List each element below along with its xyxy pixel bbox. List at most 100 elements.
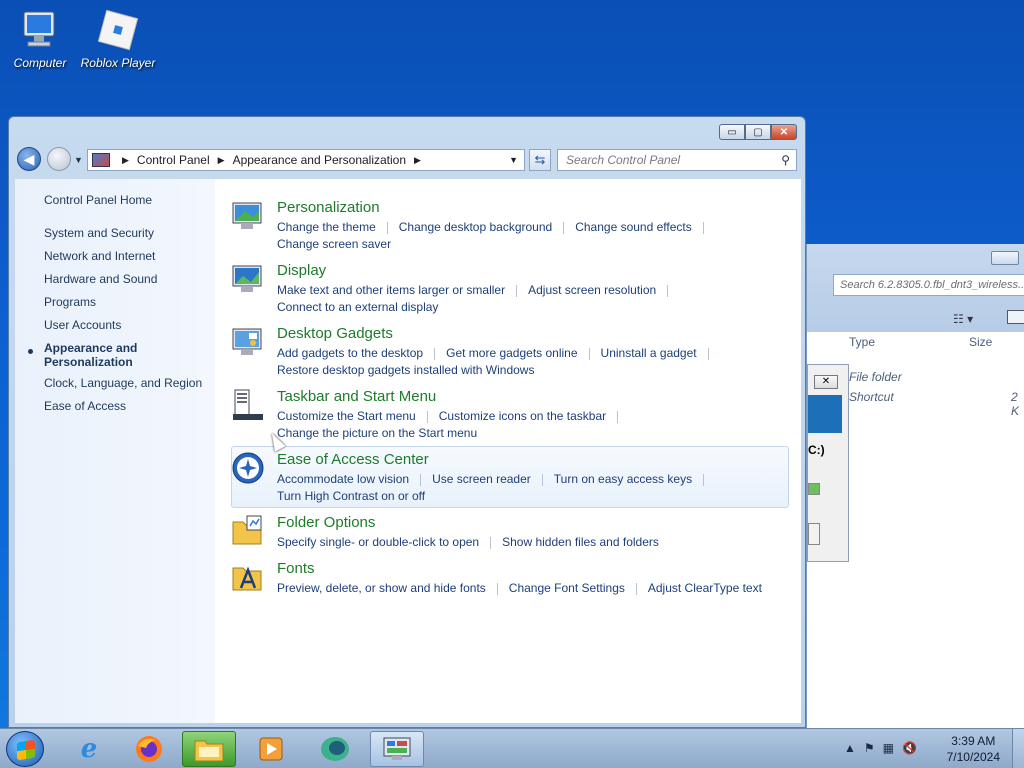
taskbar-app-explorer[interactable] <box>182 731 236 767</box>
link-single-double-click[interactable]: Specify single- or double-click to open <box>277 535 479 549</box>
maximize-button[interactable]: ▢ <box>745 124 771 140</box>
nav-network-internet[interactable]: Network and Internet <box>44 249 155 263</box>
link-font-settings[interactable]: Change Font Settings <box>509 581 625 595</box>
breadcrumb-control-panel[interactable]: Control Panel <box>137 153 210 167</box>
desktop-icon-computer[interactable]: Computer <box>0 8 80 70</box>
recent-pages-dropdown[interactable]: ▼ <box>74 155 83 165</box>
link-get-more-gadgets[interactable]: Get more gadgets online <box>446 346 577 360</box>
address-dropdown-icon[interactable]: ▼ <box>509 155 518 165</box>
taskbar-app-control-panel[interactable] <box>370 731 424 767</box>
link-change-start-picture[interactable]: Change the picture on the Start menu <box>277 426 477 440</box>
link-text-size[interactable]: Make text and other items larger or smal… <box>277 283 505 297</box>
address-bar[interactable]: ▶ Control Panel ▶ Appearance and Persona… <box>87 149 525 171</box>
link-easy-access-keys[interactable]: Turn on easy access keys <box>554 472 692 486</box>
minimize-button[interactable]: ▭ <box>719 124 745 140</box>
search-input[interactable]: Search Control Panel ⚲ <box>557 149 797 171</box>
chevron-right-icon[interactable]: ▶ <box>414 155 421 166</box>
taskbar: e ▲ ⚑ ▦ 🔇 3:39 AM 7/10/2024 <box>0 728 1024 768</box>
left-navigation-pane: Control Panel Home System and Security N… <box>15 179 215 723</box>
active-bullet-icon <box>28 349 33 354</box>
link-change-sound-effects[interactable]: Change sound effects <box>575 220 692 234</box>
view-options-icon[interactable]: ☷ ▾ <box>953 312 973 326</box>
preview-pane-icon[interactable] <box>1007 310 1024 324</box>
category-title[interactable]: Personalization <box>277 199 380 216</box>
link-restore-gadgets[interactable]: Restore desktop gadgets installed with W… <box>277 363 534 377</box>
back-button[interactable]: ◀ <box>17 147 41 171</box>
column-header-type[interactable]: Type <box>849 335 875 349</box>
network-icon[interactable]: ▦ <box>883 741 894 755</box>
nav-hardware-sound[interactable]: Hardware and Sound <box>44 272 157 286</box>
category-title[interactable]: Fonts <box>277 560 315 577</box>
link-customize-start-menu[interactable]: Customize the Start menu <box>277 409 416 423</box>
media-player-icon <box>259 737 283 761</box>
nav-user-accounts[interactable]: User Accounts <box>44 318 121 332</box>
link-high-contrast[interactable]: Turn High Contrast on or off <box>277 489 425 503</box>
taskbar-icon <box>231 388 265 422</box>
dialog-button[interactable] <box>808 523 820 545</box>
taskbar-app-firefox[interactable] <box>122 731 176 767</box>
refresh-icon: ⇆ <box>534 152 546 167</box>
link-change-desktop-background[interactable]: Change desktop background <box>399 220 552 234</box>
desktop-icon-roblox[interactable]: Roblox Player <box>78 8 158 70</box>
link-manage-fonts[interactable]: Preview, delete, or show and hide fonts <box>277 581 486 595</box>
file-row-type[interactable]: Shortcut <box>849 390 894 404</box>
show-hidden-icons-icon[interactable]: ▲ <box>844 741 856 755</box>
search-icon[interactable]: ⚲ <box>781 153 790 167</box>
category-title[interactable]: Display <box>277 262 326 279</box>
nav-programs[interactable]: Programs <box>44 295 96 309</box>
category-title[interactable]: Desktop Gadgets <box>277 325 393 342</box>
refresh-button[interactable]: ⇆ <box>529 149 551 171</box>
category-title[interactable]: Ease of Access Center <box>277 451 429 468</box>
link-screen-resolution[interactable]: Adjust screen resolution <box>528 283 656 297</box>
link-uninstall-gadget[interactable]: Uninstall a gadget <box>601 346 697 360</box>
close-button[interactable]: ✕ <box>771 124 797 140</box>
taskbar-app-media[interactable] <box>244 731 298 767</box>
category-title[interactable]: Taskbar and Start Menu <box>277 388 436 405</box>
breadcrumb-appearance[interactable]: Appearance and Personalization <box>233 153 406 167</box>
dialog-text: C:) <box>808 443 825 457</box>
taskbar-app-other[interactable] <box>308 731 362 767</box>
nav-clock-language-region[interactable]: Clock, Language, and Region <box>44 376 202 390</box>
minimize-button[interactable] <box>991 251 1019 265</box>
tray-area: ▲ ⚑ ▦ 🔇 <box>844 741 917 755</box>
category-links: Turn High Contrast on or off <box>277 489 425 503</box>
action-center-flag-icon[interactable]: ⚑ <box>864 741 875 755</box>
file-row-type[interactable]: File folder <box>849 370 902 384</box>
link-customize-taskbar-icons[interactable]: Customize icons on the taskbar <box>439 409 606 423</box>
clock-date: 7/10/2024 <box>946 750 1000 764</box>
search-input[interactable]: Search 6.2.8305.0.fbl_dnt3_wireless... <box>833 274 1024 296</box>
file-row-size: 2 K <box>1011 390 1020 418</box>
category-title[interactable]: Folder Options <box>277 514 375 531</box>
link-add-gadgets[interactable]: Add gadgets to the desktop <box>277 346 423 360</box>
link-change-theme[interactable]: Change the theme <box>277 220 376 234</box>
background-explorer-window[interactable]: Search 6.2.8305.0.fbl_dnt3_wireless... ☷… <box>806 244 1024 728</box>
nav-control-panel-home[interactable]: Control Panel Home <box>44 193 152 207</box>
nav-ease-of-access[interactable]: Ease of Access <box>44 399 126 413</box>
volume-muted-icon[interactable]: 🔇 <box>902 741 917 755</box>
control-panel-window[interactable]: ▭ ▢ ✕ ◀ ▼ ▶ Control Panel ▶ Appearance a… <box>8 116 806 728</box>
folder-options-icon <box>231 514 265 548</box>
column-header-size[interactable]: Size <box>969 335 992 349</box>
app-icon <box>321 737 349 761</box>
link-external-display[interactable]: Connect to an external display <box>277 300 438 314</box>
link-screen-reader[interactable]: Use screen reader <box>432 472 531 486</box>
chevron-right-icon[interactable]: ▶ <box>122 155 129 166</box>
system-clock[interactable]: 3:39 AM 7/10/2024 <box>947 733 1000 765</box>
category-links: Specify single- or double-click to open … <box>277 535 659 549</box>
start-button[interactable] <box>6 731 44 767</box>
link-low-vision[interactable]: Accommodate low vision <box>277 472 409 486</box>
forward-button[interactable] <box>47 147 71 171</box>
nav-appearance-personalization[interactable]: Appearance and Personalization <box>44 341 137 369</box>
taskbar-app-ie[interactable]: e <box>62 731 116 767</box>
dialog-close-button[interactable]: ✕ <box>814 375 838 389</box>
chevron-right-icon[interactable]: ▶ <box>218 155 225 166</box>
show-desktop-button[interactable] <box>1012 729 1024 768</box>
link-cleartype[interactable]: Adjust ClearType text <box>648 581 762 595</box>
progress-bar <box>808 483 820 495</box>
gadgets-icon <box>231 325 265 359</box>
category-links: Change the picture on the Start menu <box>277 426 477 440</box>
link-change-screen-saver[interactable]: Change screen saver <box>277 237 391 251</box>
display-icon <box>231 262 265 296</box>
link-show-hidden-files[interactable]: Show hidden files and folders <box>502 535 659 549</box>
nav-system-security[interactable]: System and Security <box>44 226 154 240</box>
